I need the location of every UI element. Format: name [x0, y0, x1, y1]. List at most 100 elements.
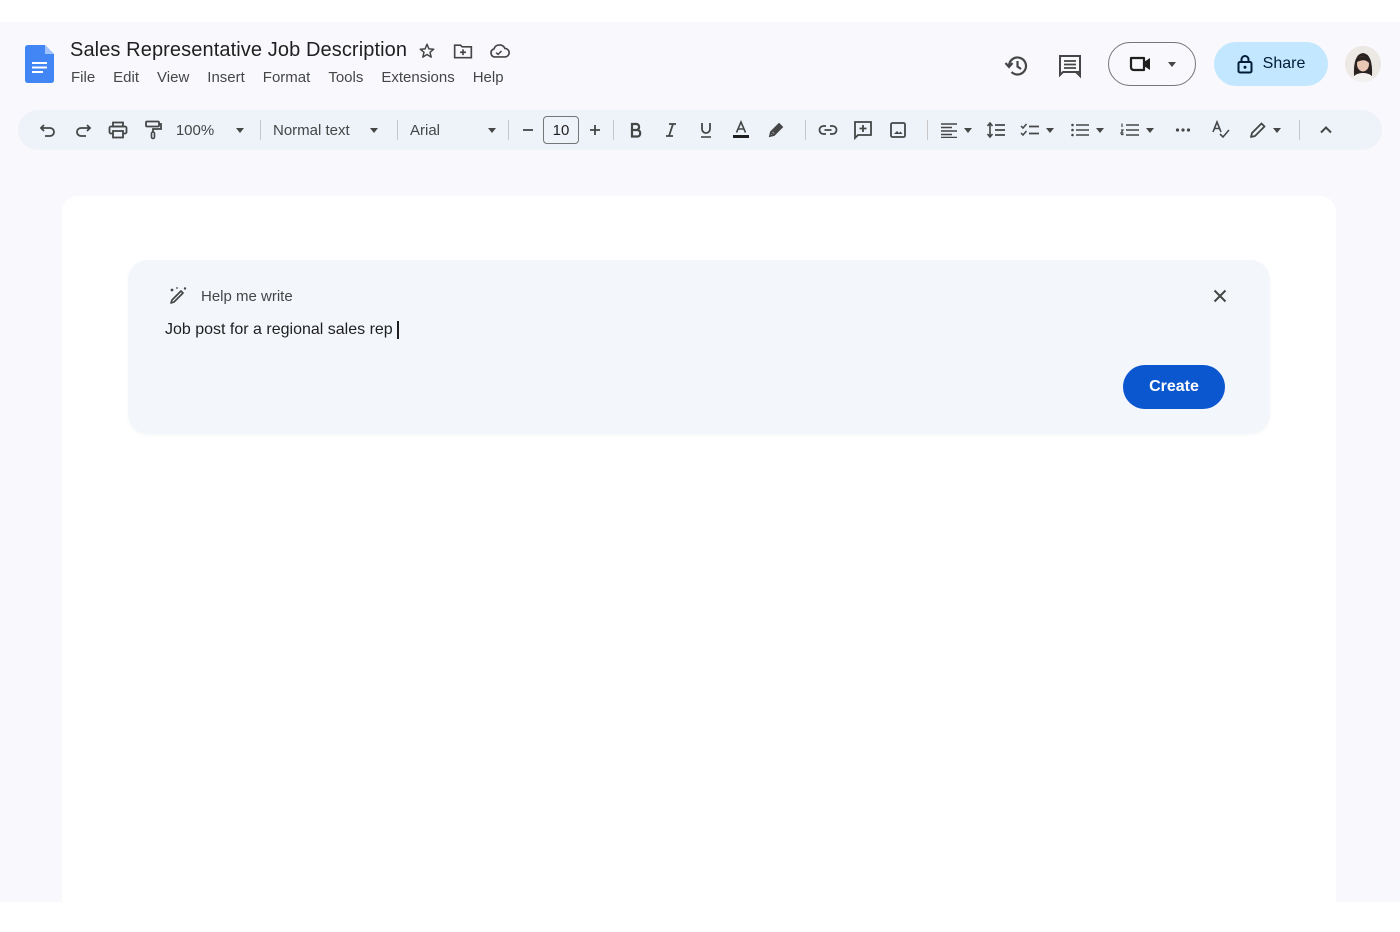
menu-edit[interactable]: Edit	[104, 67, 148, 88]
chevron-down-icon	[236, 127, 245, 133]
create-button[interactable]: Create	[1123, 365, 1225, 409]
font-size-input[interactable]: 10	[543, 116, 579, 144]
hide-menus-button[interactable]	[1312, 116, 1340, 144]
align-left-icon	[941, 123, 957, 138]
checklist-icon	[1020, 123, 1039, 137]
chevron-down-icon	[1096, 127, 1104, 133]
print-button[interactable]	[104, 116, 132, 144]
redo-button[interactable]	[69, 116, 97, 144]
increase-font-size-button[interactable]	[581, 116, 609, 144]
chevron-down-icon	[488, 127, 496, 133]
numbered-list-icon	[1120, 123, 1139, 136]
italic-button[interactable]	[657, 116, 685, 144]
cloud-saved-icon[interactable]	[488, 40, 510, 62]
toolbar-divider	[397, 120, 398, 140]
prompt-input-value: Job post for a regional sales rep	[165, 321, 393, 338]
chevron-up-icon	[1320, 126, 1332, 134]
decrease-font-size-button[interactable]	[517, 116, 539, 144]
bold-button[interactable]	[622, 116, 650, 144]
text-color-icon	[733, 120, 749, 138]
chevron-down-icon	[964, 127, 972, 133]
align-button[interactable]	[936, 116, 976, 144]
menu-insert[interactable]: Insert	[198, 67, 254, 88]
close-icon	[1213, 289, 1227, 303]
formatting-toolbar: 100% Normal text Arial 10	[18, 110, 1382, 150]
insert-link-button[interactable]	[814, 116, 842, 144]
toolbar-divider	[805, 120, 806, 140]
help-me-write-title: Help me write	[201, 287, 293, 305]
video-camera-icon	[1129, 56, 1150, 72]
toolbar-divider	[927, 120, 928, 140]
header: Sales Representative Job Description Fil…	[0, 22, 1400, 106]
insert-image-button[interactable]	[884, 116, 912, 144]
font-family-select[interactable]: Arial	[406, 116, 502, 144]
toolbar-divider	[1299, 120, 1300, 140]
plus-icon	[590, 125, 600, 135]
minus-icon	[523, 129, 533, 131]
paint-format-button[interactable]	[139, 116, 167, 144]
toolbar-divider	[613, 120, 614, 140]
text-color-button[interactable]	[727, 116, 755, 144]
title-icons	[416, 40, 510, 62]
redo-icon	[76, 124, 92, 137]
lock-icon	[1237, 55, 1253, 74]
image-icon	[890, 122, 906, 138]
spelling-check-button[interactable]	[1207, 116, 1235, 144]
bold-icon	[630, 122, 642, 138]
spellcheck-icon	[1212, 120, 1230, 139]
bulleted-list-icon	[1071, 123, 1089, 137]
prompt-input[interactable]: Job post for a regional sales rep	[165, 318, 1165, 342]
toolbar-divider	[260, 120, 261, 140]
menu-format[interactable]: Format	[254, 67, 320, 88]
help-me-write-header: Help me write	[168, 286, 293, 306]
share-button[interactable]: Share	[1214, 42, 1328, 86]
zoom-value: 100%	[175, 121, 215, 139]
pencil-icon	[1250, 122, 1266, 138]
star-icon[interactable]	[416, 40, 438, 62]
chevron-down-icon	[1046, 127, 1054, 133]
highlighter-icon	[768, 122, 784, 138]
move-to-folder-icon[interactable]	[452, 40, 474, 62]
underline-button[interactable]	[692, 116, 720, 144]
history-icon	[1004, 56, 1028, 76]
highlight-color-button[interactable]	[762, 116, 790, 144]
undo-button[interactable]	[34, 116, 62, 144]
bulleted-list-button[interactable]	[1067, 116, 1107, 144]
chevron-down-icon	[1168, 61, 1176, 67]
version-history-button[interactable]	[1002, 51, 1032, 81]
account-avatar[interactable]	[1345, 46, 1381, 82]
menu-tools[interactable]: Tools	[319, 67, 372, 88]
checklist-button[interactable]	[1017, 116, 1057, 144]
magic-pen-icon	[170, 287, 187, 304]
paragraph-style-select[interactable]: Normal text	[269, 116, 385, 144]
add-comment-button[interactable]	[849, 116, 877, 144]
more-options-button[interactable]	[1169, 116, 1197, 144]
menu-extensions[interactable]: Extensions	[372, 67, 463, 88]
editing-mode-button[interactable]	[1245, 116, 1285, 144]
text-cursor	[396, 321, 399, 339]
italic-icon	[666, 123, 676, 137]
docs-logo-icon[interactable]	[25, 45, 54, 83]
chevron-down-icon	[369, 127, 378, 133]
numbered-list-button[interactable]	[1117, 116, 1157, 144]
font-family-value: Arial	[410, 121, 441, 139]
comments-button[interactable]	[1055, 51, 1085, 81]
underline-icon	[701, 123, 711, 138]
comment-icon	[1059, 55, 1081, 79]
meet-button[interactable]	[1108, 42, 1196, 86]
chevron-down-icon	[1273, 127, 1281, 133]
toolbar-divider	[508, 120, 509, 140]
menu-file[interactable]: File	[62, 67, 104, 88]
close-button[interactable]	[1208, 284, 1232, 308]
avatar-image	[1345, 46, 1381, 82]
link-icon	[818, 125, 838, 135]
paragraph-style-value: Normal text	[273, 121, 350, 139]
menu-help[interactable]: Help	[464, 67, 513, 88]
zoom-select[interactable]: 100%	[174, 116, 246, 144]
line-spacing-button[interactable]	[982, 116, 1010, 144]
menu-view[interactable]: View	[148, 67, 198, 88]
add-comment-icon	[854, 121, 872, 140]
document-title[interactable]: Sales Representative Job Description	[70, 39, 407, 62]
help-me-write-panel: Help me write Job post for a regional sa…	[128, 260, 1270, 434]
docs-app: Sales Representative Job Description Fil…	[0, 22, 1400, 916]
